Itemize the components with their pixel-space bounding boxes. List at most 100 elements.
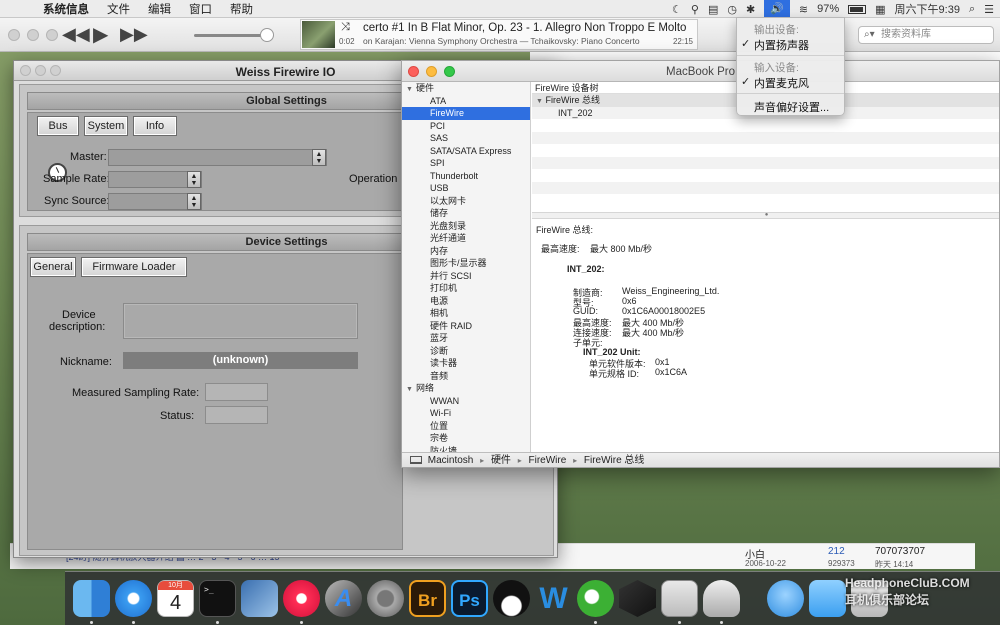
system-preferences-icon[interactable] [367, 580, 404, 617]
battery-percent[interactable]: 97% [817, 3, 839, 15]
sidebar-item[interactable]: 内存 [402, 245, 530, 258]
sidebar-item[interactable]: ATA [402, 95, 530, 108]
zoom-icon[interactable] [46, 29, 58, 41]
forum-replies[interactable]: 212 [828, 546, 845, 557]
shuffle-icon[interactable]: ⤨ [341, 21, 350, 34]
menu-window[interactable]: 窗口 [180, 1, 221, 17]
qq-icon[interactable] [493, 580, 530, 617]
play-icon[interactable]: ▶ [93, 22, 108, 47]
rewind-icon[interactable]: ◀◀ [62, 24, 90, 45]
device-description-field[interactable] [123, 303, 358, 339]
path-firewire[interactable]: FireWire [529, 455, 567, 466]
sysinfo-titlebar[interactable]: MacBook Pro [402, 61, 999, 82]
preview-icon[interactable] [241, 580, 278, 617]
weiss-io-icon[interactable] [703, 580, 740, 617]
sample-rate-select[interactable]: ▲ ▼ [108, 171, 202, 188]
sidebar-item[interactable]: 防火墙 [402, 445, 530, 453]
bus-tab[interactable]: Bus [37, 116, 79, 136]
bridge-icon[interactable]: Br [409, 580, 446, 617]
volume-icon[interactable]: 🔊 [764, 0, 790, 18]
input-device-item[interactable]: 内置麦克风 [754, 75, 809, 91]
sidebar-item[interactable]: SATA/SATA Express [402, 145, 530, 158]
sidebar-item[interactable]: 光纤通道 [402, 232, 530, 245]
sidebar-item[interactable]: SPI [402, 157, 530, 170]
path-macintosh[interactable]: Macintosh [428, 455, 474, 466]
sidebar-item[interactable]: 相机 [402, 307, 530, 320]
sidebar-item[interactable]: Wi-Fi [402, 407, 530, 420]
close-icon[interactable] [8, 29, 20, 41]
sidebar-item[interactable]: WWAN [402, 395, 530, 408]
sidebar-item[interactable]: 音频 [402, 370, 530, 383]
menu-edit[interactable]: 编辑 [139, 1, 180, 17]
fast-forward-icon[interactable]: ▶▶ [120, 24, 148, 45]
sidebar-item[interactable]: 蓝牙 [402, 332, 530, 345]
audirvana-icon[interactable]: A [325, 580, 362, 617]
output-device-item[interactable]: 内置扬声器 [754, 37, 809, 53]
forum-last-poster[interactable]: 707073707 [875, 546, 925, 557]
sidebar-item[interactable]: 位置 [402, 420, 530, 433]
terminal-icon[interactable]: >_ [199, 580, 236, 617]
disclosure-triangle-icon[interactable]: ▼ [536, 98, 543, 105]
tweetbot-icon[interactable] [767, 580, 804, 617]
safari-icon[interactable] [115, 580, 152, 617]
nickname-field[interactable]: (unknown) [123, 352, 358, 369]
notification-center-icon[interactable]: ☰ [984, 3, 994, 16]
sidebar-item[interactable]: 光盘刻录 [402, 220, 530, 233]
app-status-icon-1[interactable]: ☾ [672, 3, 682, 16]
menubar-clock[interactable]: 周六下午9:39 [895, 1, 960, 17]
sidebar-item[interactable]: USB [402, 182, 530, 195]
sidebar-category[interactable]: ▼ 硬件 [402, 82, 530, 95]
sidebar-item[interactable]: 并行 SCSI [402, 270, 530, 283]
sidebar-item[interactable]: 图形卡/显示器 [402, 257, 530, 270]
menu-app-system-info[interactable]: 系统信息 [34, 1, 98, 17]
sidebar-item[interactable]: 硬件 RAID [402, 320, 530, 333]
minimize-icon[interactable] [27, 29, 39, 41]
sync-source-select[interactable]: ▲ ▼ [108, 193, 202, 210]
sidebar-category[interactable]: ▼ 网络 [402, 382, 530, 395]
sidebar-item[interactable]: PCI [402, 120, 530, 133]
volume-slider-knob[interactable] [260, 28, 274, 42]
sidebar-item[interactable]: 诊断 [402, 345, 530, 358]
master-select[interactable]: ▲ ▼ [108, 149, 327, 166]
sidebar-item[interactable]: FireWire [402, 107, 530, 120]
itunes-icon[interactable] [283, 580, 320, 617]
firmware-loader-tab[interactable]: Firmware Loader [81, 257, 187, 277]
menu-help[interactable]: 帮助 [221, 1, 262, 17]
sidebar-item[interactable]: 电源 [402, 295, 530, 308]
bluetooth-icon[interactable]: ✱ [746, 3, 755, 16]
virtualbox-icon[interactable] [619, 580, 656, 617]
general-tab[interactable]: General [30, 257, 76, 277]
sidebar-item[interactable]: 宗卷 [402, 432, 530, 445]
sidebar-item[interactable]: Thunderbolt [402, 170, 530, 183]
sidebar-item[interactable]: 读卡器 [402, 357, 530, 370]
battery-icon[interactable] [848, 4, 867, 14]
spotlight-icon[interactable]: ⌕ [969, 3, 975, 16]
volume-slider-track[interactable] [194, 34, 270, 37]
app-status-icon-3[interactable]: ▤ [708, 3, 718, 16]
split-view-divider[interactable]: ● [532, 212, 999, 219]
menu-file[interactable]: 文件 [98, 1, 139, 17]
sidebar-item[interactable]: 打印机 [402, 282, 530, 295]
downloads-folder-icon[interactable] [809, 580, 846, 617]
calendar-icon[interactable]: 10月 4 [157, 580, 194, 617]
library-search-input[interactable]: ⌕▾ 搜索资料库 [858, 26, 994, 44]
disclosure-triangle-icon[interactable]: ▼ [406, 86, 413, 93]
wechat-icon[interactable] [577, 580, 614, 617]
album-artwork[interactable] [302, 21, 335, 48]
wifi-icon[interactable]: ≋ [799, 3, 808, 16]
finder-icon[interactable] [73, 580, 110, 617]
path-hardware[interactable]: 硬件 [491, 455, 511, 466]
sidebar-item[interactable]: 储存 [402, 207, 530, 220]
word-icon[interactable]: W [535, 580, 572, 617]
sidebar-item[interactable]: 以太网卡 [402, 195, 530, 208]
time-machine-icon[interactable]: ◷ [727, 3, 737, 16]
photoshop-icon[interactable]: Ps [451, 580, 488, 617]
system-tab[interactable]: System [84, 116, 128, 136]
app-status-icon-2[interactable]: ⚲ [691, 3, 699, 16]
path-firewire-bus[interactable]: FireWire 总线 [584, 455, 645, 466]
info-tab[interactable]: Info [133, 116, 177, 136]
system-information-icon[interactable] [661, 580, 698, 617]
disclosure-triangle-icon[interactable]: ▼ [406, 386, 413, 393]
sound-preferences-item[interactable]: 声音偏好设置... [754, 99, 829, 115]
flag-icon[interactable]: ▦ [875, 3, 885, 16]
